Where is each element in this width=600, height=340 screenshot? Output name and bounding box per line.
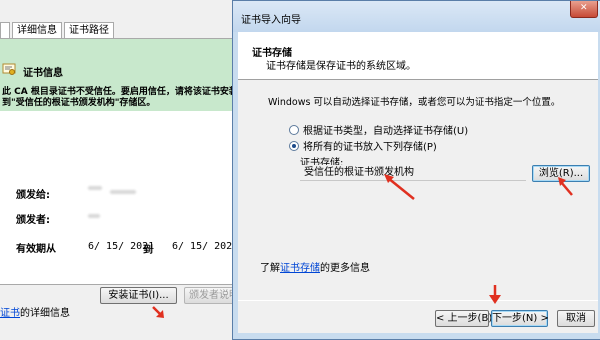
arrow-icon xyxy=(558,177,573,196)
tab-general[interactable] xyxy=(0,22,10,39)
certificate-footer: 证书的详细信息 xyxy=(0,304,70,319)
wizard-header: 证书存储 证书存储是保存证书的系统区域。 xyxy=(238,32,598,80)
radio-auto-select[interactable]: 根据证书类型，自动选择证书存储(U) xyxy=(289,122,468,137)
wizard-title: 证书导入向导 xyxy=(241,15,301,26)
issued-by-label: 颁发者: xyxy=(16,215,50,226)
arrow-icon xyxy=(384,174,415,200)
footer-divider xyxy=(238,300,598,301)
arrow-icon xyxy=(489,285,501,304)
certificate-details-text: 的详细信息 xyxy=(20,308,70,319)
next-button[interactable]: 下一步(N) > xyxy=(491,310,549,327)
certificate-info-title: 证书信息 xyxy=(23,68,63,79)
certificate-import-wizard: 证书导入向导 证书存储 证书存储是保存证书的系统区域。 Windows 可以自动… xyxy=(232,0,600,340)
install-certificate-button[interactable]: 安装证书(I)... xyxy=(100,287,177,304)
radio-auto-icon[interactable] xyxy=(289,124,299,135)
untrusted-warning-text: 此 CA 根目录证书不受信任。要启用信任，请将该证书安装到"受信任的根证书颁发机… xyxy=(2,87,238,108)
certificate-tabs: 详细信息 证书路径 xyxy=(0,22,116,39)
validity-label: 有效期从 xyxy=(16,244,56,255)
arrow-icon xyxy=(152,306,164,318)
radio-manual-label: 将所有的证书放入下列存储(P) xyxy=(303,142,437,153)
close-icon[interactable] xyxy=(570,1,598,18)
more-info-line: 了解证书存储的更多信息 xyxy=(260,259,370,274)
valid-to-date: 6/ 15/ 2022 xyxy=(172,241,239,252)
radio-auto-label: 根据证书类型，自动选择证书存储(U) xyxy=(303,126,469,137)
issued-by-value xyxy=(88,214,100,218)
certificate-details-link[interactable]: 证书 xyxy=(0,308,20,319)
cancel-button[interactable]: 取消 xyxy=(557,310,595,327)
store-info-link[interactable]: 证书存储 xyxy=(280,263,320,274)
radio-manual-icon[interactable] xyxy=(289,140,299,151)
radio-manual-select[interactable]: 将所有的证书放入下列存储(P) xyxy=(289,138,437,153)
issued-to-value xyxy=(88,186,102,190)
store-intro-text: Windows 可以自动选择证书存储，或者您可以为证书指定一个位置。 xyxy=(268,97,561,108)
more-info-prefix: 了解 xyxy=(260,263,280,274)
issued-to-value-extra xyxy=(110,190,136,194)
certificate-general-panel: 证书信息 此 CA 根目录证书不受信任。要启用信任，请将该证书安装到"受信任的根… xyxy=(0,38,244,285)
back-button[interactable]: < 上一步(B) xyxy=(435,310,492,327)
wizard-title-bar[interactable]: 证书导入向导 xyxy=(233,1,600,32)
validity-to-label: 到 xyxy=(143,245,153,256)
tab-details[interactable]: 详细信息 xyxy=(12,22,62,39)
certificate-icon xyxy=(2,63,16,75)
issued-to-label: 颁发给: xyxy=(16,190,50,201)
tab-certification-path[interactable]: 证书路径 xyxy=(64,22,114,39)
wizard-header-subtitle: 证书存储是保存证书的系统区域。 xyxy=(266,61,416,72)
more-info-suffix: 的更多信息 xyxy=(320,263,370,274)
